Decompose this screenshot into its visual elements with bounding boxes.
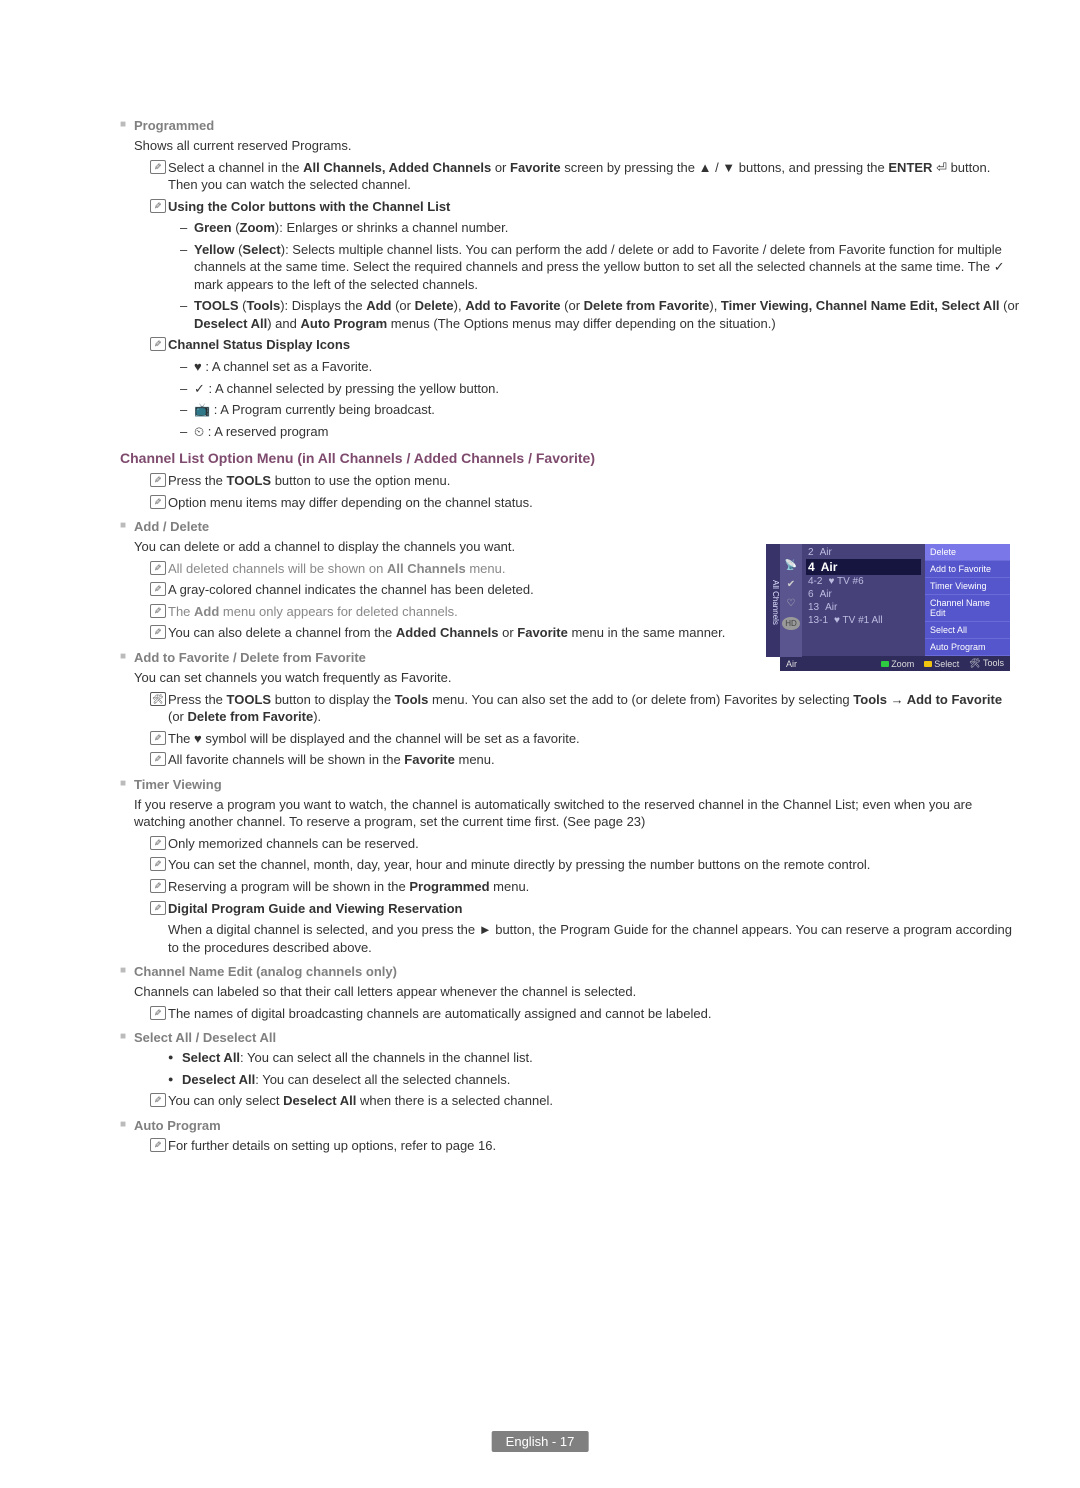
heart-icon: ♡ (787, 598, 796, 609)
note-icon (150, 731, 166, 745)
timer-digital-body: When a digital channel is selected, and … (168, 921, 1020, 956)
note-icon (150, 199, 166, 213)
status-broadcast: 📺 : A Program currently being broadcast. (180, 401, 1020, 419)
option-note-b: Option menu items may differ depending o… (150, 494, 1020, 512)
note-icon (150, 582, 166, 596)
programmed-intro: Shows all current reserved Programs. (134, 137, 1020, 155)
timer-intro: If you reserve a program you want to wat… (134, 796, 1020, 831)
item-green: Green (Zoom): Enlarges or shrinks a chan… (180, 219, 1020, 237)
add-delete-n2: A gray-colored channel indicates the cha… (150, 581, 728, 599)
tv-menu-delete: Delete (925, 544, 1010, 561)
antenna-icon: 📡 (785, 560, 797, 571)
tools-icon (150, 692, 166, 706)
name-edit-n1: The names of digital broadcasting channe… (150, 1005, 1020, 1023)
tv-row: 4-2♥ TV #6 (806, 575, 921, 588)
tv-menu-select-all: Select All (925, 622, 1010, 639)
note-icon (150, 836, 166, 850)
tv-sidebar: 📡 ✔ ♡ HD (780, 544, 802, 657)
note-icon (150, 879, 166, 893)
note-icon (150, 857, 166, 871)
tv-menu-add-favorite: Add to Favorite (925, 561, 1010, 578)
item-tools: TOOLS (Tools): Displays the Add (or Dele… (180, 297, 1020, 332)
add-delete-intro: You can delete or add a channel to displ… (134, 538, 724, 556)
favorite-intro: You can set channels you watch frequentl… (134, 669, 1020, 687)
tv-menu-name-edit: Channel Name Edit (925, 595, 1010, 622)
favorite-n1: The ♥ symbol will be displayed and the c… (150, 730, 1020, 748)
note-icon (150, 604, 166, 618)
note-icon (150, 752, 166, 766)
tv-context-menu: Delete Add to Favorite Timer Viewing Cha… (925, 544, 1010, 656)
tv-list: 2Air 4Air 4-2♥ TV #6 6Air 13Air 13-1♥ TV… (802, 544, 925, 656)
tv-screenshot: All Channels 📡 ✔ ♡ HD 2Air 4Air 4-2♥ TV … (780, 544, 1010, 671)
status-heart: ♥ : A channel set as a Favorite. (180, 358, 1020, 376)
programmed-note-select: Select a channel in the All Channels, Ad… (150, 159, 1020, 194)
status-clock: ⏲ : A reserved program (180, 423, 1020, 441)
tv-row: 13-1♥ TV #1 All (806, 614, 921, 627)
tv-main: 2Air 4Air 4-2♥ TV #6 6Air 13Air 13-1♥ TV… (802, 544, 1010, 656)
tv-tab-all-channels: All Channels (766, 544, 780, 657)
status-check: ✓ : A channel selected by pressing the y… (180, 380, 1020, 398)
status-title: Channel Status Display Icons (150, 336, 1020, 354)
timer-n3: Reserving a program will be shown in the… (150, 878, 1020, 896)
tv-footer-air: Air (786, 659, 797, 669)
note-icon (150, 160, 166, 174)
note-icon (150, 1006, 166, 1020)
tv-menu-auto-program: Auto Program (925, 639, 1010, 656)
note-icon (150, 1138, 166, 1152)
add-delete-title: Add / Delete (120, 519, 1020, 534)
auto-n1: For further details on setting up option… (150, 1137, 1020, 1155)
add-delete-n4: You can also delete a channel from the A… (150, 624, 728, 642)
tv-footer: Air Zoom Select 🛠 Tools (780, 656, 1010, 671)
tv-row: 2Air (806, 546, 921, 559)
tv-footer-tools: 🛠 Tools (969, 658, 1004, 669)
page-footer: English - 17 (492, 1431, 589, 1452)
select-all-n1: You can only select Deselect All when th… (150, 1092, 1020, 1110)
timer-n1: Only memorized channels can be reserved. (150, 835, 1020, 853)
option-note-a: Press the TOOLS button to use the option… (150, 472, 1020, 490)
tv-footer-select: Select (924, 659, 959, 669)
favorite-tool: Press the TOOLS button to display the To… (150, 691, 1020, 726)
note-icon (150, 901, 166, 915)
tv-row: 13Air (806, 601, 921, 614)
tv-menu-timer: Timer Viewing (925, 578, 1010, 595)
timer-n2: You can set the channel, month, day, yea… (150, 856, 1020, 874)
timer-title: Timer Viewing (120, 777, 1020, 792)
add-delete-n1: All deleted channels will be shown on Al… (150, 560, 728, 578)
programmed-title: Programmed (120, 118, 1020, 133)
tv-footer-zoom: Zoom (881, 659, 914, 669)
check-icon: ✔ (787, 579, 795, 590)
select-all-b1: Select All: You can select all the chann… (168, 1049, 1020, 1067)
note-icon (150, 561, 166, 575)
auto-title: Auto Program (120, 1118, 1020, 1133)
tv-row: 6Air (806, 588, 921, 601)
add-delete-n3: The Add menu only appears for deleted ch… (150, 603, 728, 621)
using-color-title: Using the Color buttons with the Channel… (150, 198, 1020, 216)
item-yellow: Yellow (Select): Selects multiple channe… (180, 241, 1020, 294)
note-icon (150, 495, 166, 509)
note-icon (150, 337, 166, 351)
name-edit-title: Channel Name Edit (analog channels only) (120, 964, 1020, 979)
note-icon (150, 1093, 166, 1107)
note-icon (150, 473, 166, 487)
hd-icon: HD (782, 617, 800, 630)
select-all-title: Select All / Deselect All (120, 1030, 1020, 1045)
timer-digital-title: Digital Program Guide and Viewing Reserv… (150, 900, 1020, 918)
note-icon (150, 625, 166, 639)
name-edit-intro: Channels can labeled so that their call … (134, 983, 1020, 1001)
favorite-n2: All favorite channels will be shown in t… (150, 751, 1020, 769)
option-menu-heading: Channel List Option Menu (in All Channel… (120, 450, 1020, 466)
select-all-b2: Deselect All: You can deselect all the s… (168, 1071, 1020, 1089)
tv-row-selected: 4Air (806, 559, 921, 575)
